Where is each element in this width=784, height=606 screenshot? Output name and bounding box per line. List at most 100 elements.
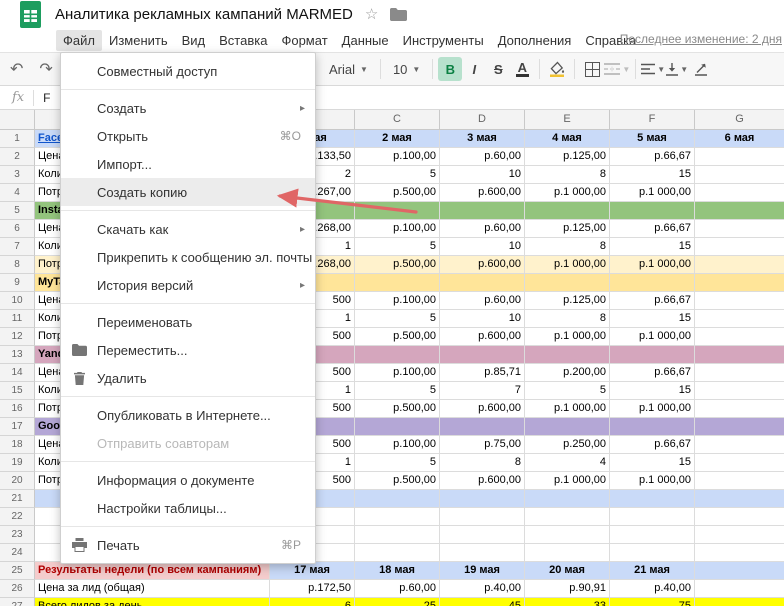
cell-C17[interactable] [355, 418, 440, 436]
cell-E13[interactable] [525, 346, 610, 364]
cell-C8[interactable]: р.500,00 [355, 256, 440, 274]
cell-F9[interactable] [610, 274, 695, 292]
row-header-7[interactable]: 7 [0, 238, 35, 256]
cell-F7[interactable]: 15 [610, 238, 695, 256]
cell-F15[interactable]: 15 [610, 382, 695, 400]
file-menu-item-sheet-settings[interactable]: Настройки таблицы... [61, 494, 315, 522]
cell-E10[interactable]: р.125,00 [525, 292, 610, 310]
cell-G2[interactable] [695, 148, 784, 166]
cell-E23[interactable] [525, 526, 610, 544]
cell-G11[interactable] [695, 310, 784, 328]
cell-D9[interactable] [440, 274, 525, 292]
cell-C19[interactable]: 5 [355, 454, 440, 472]
cell-G4[interactable] [695, 184, 784, 202]
menubar-item-вставка[interactable]: Вставка [212, 30, 274, 51]
cell-E15[interactable]: 5 [525, 382, 610, 400]
cell-D1[interactable]: 3 мая [440, 130, 525, 148]
cell-G13[interactable] [695, 346, 784, 364]
cell-F27[interactable]: 75 [610, 598, 695, 606]
row-header-11[interactable]: 11 [0, 310, 35, 328]
row-header-23[interactable]: 23 [0, 526, 35, 544]
cell-C1[interactable]: 2 мая [355, 130, 440, 148]
column-header-C[interactable]: C [355, 110, 440, 130]
cell-F17[interactable] [610, 418, 695, 436]
cell-F21[interactable] [610, 490, 695, 508]
cell-G12[interactable] [695, 328, 784, 346]
row-header-6[interactable]: 6 [0, 220, 35, 238]
cell-D20[interactable]: р.600,00 [440, 472, 525, 490]
cell-D2[interactable]: р.60,00 [440, 148, 525, 166]
cell-F23[interactable] [610, 526, 695, 544]
cell-A27[interactable]: Всего лидов за день [35, 598, 270, 606]
cell-D17[interactable] [440, 418, 525, 436]
column-header-D[interactable]: D [440, 110, 525, 130]
file-menu-item-share[interactable]: Совместный доступ [61, 57, 315, 85]
row-header-8[interactable]: 8 [0, 256, 35, 274]
file-menu-item-delete[interactable]: Удалить [61, 364, 315, 392]
cell-C25[interactable]: 18 мая [355, 562, 440, 580]
cell-D18[interactable]: р.75,00 [440, 436, 525, 454]
row-header-27[interactable]: 27 [0, 598, 35, 606]
file-menu-item-download-as[interactable]: Скачать как ▸ [61, 215, 315, 243]
cell-C3[interactable]: 5 [355, 166, 440, 184]
cell-E16[interactable]: р.1 000,00 [525, 400, 610, 418]
cell-F13[interactable] [610, 346, 695, 364]
menubar-item-формат[interactable]: Формат [274, 30, 334, 51]
cell-F16[interactable]: р.1 000,00 [610, 400, 695, 418]
column-header-F[interactable]: F [610, 110, 695, 130]
undo-icon[interactable]: ↶ [10, 59, 23, 79]
cell-A26[interactable]: Цена за лид (общая) [35, 580, 270, 598]
cell-E18[interactable]: р.250,00 [525, 436, 610, 454]
file-menu-item-print[interactable]: Печать ⌘P [61, 531, 315, 559]
file-menu-item-make-copy[interactable]: Создать копию [61, 178, 315, 206]
cell-C9[interactable] [355, 274, 440, 292]
select-all-corner[interactable] [0, 110, 35, 130]
cell-C26[interactable]: р.60,00 [355, 580, 440, 598]
cell-E20[interactable]: р.1 000,00 [525, 472, 610, 490]
file-menu-item-publish[interactable]: Опубликовать в Интернете... [61, 401, 315, 429]
redo-icon[interactable]: ↷ [39, 59, 52, 79]
cell-E8[interactable]: р.1 000,00 [525, 256, 610, 274]
cell-G16[interactable] [695, 400, 784, 418]
row-header-1[interactable]: 1 [0, 130, 35, 148]
cell-C23[interactable] [355, 526, 440, 544]
row-header-16[interactable]: 16 [0, 400, 35, 418]
cell-D21[interactable] [440, 490, 525, 508]
cell-G3[interactable] [695, 166, 784, 184]
cell-D11[interactable]: 10 [440, 310, 525, 328]
cell-G25[interactable] [695, 562, 784, 580]
file-menu-item-doc-info[interactable]: Информация о документе [61, 466, 315, 494]
cell-E7[interactable]: 8 [525, 238, 610, 256]
cell-C21[interactable] [355, 490, 440, 508]
cell-F12[interactable]: р.1 000,00 [610, 328, 695, 346]
file-menu-item-new[interactable]: Создать ▸ [61, 94, 315, 122]
cell-G19[interactable] [695, 454, 784, 472]
bold-button[interactable]: B [438, 57, 463, 81]
row-header-25[interactable]: 25 [0, 562, 35, 580]
cell-E1[interactable]: 4 мая [525, 130, 610, 148]
cell-E2[interactable]: р.125,00 [525, 148, 610, 166]
cell-A25[interactable]: Результаты недели (по всем кампаниям) [35, 562, 270, 580]
cell-G5[interactable] [695, 202, 784, 220]
cell-C27[interactable]: 25 [355, 598, 440, 606]
row-header-17[interactable]: 17 [0, 418, 35, 436]
cell-E22[interactable] [525, 508, 610, 526]
cell-E12[interactable]: р.1 000,00 [525, 328, 610, 346]
cell-G27[interactable] [695, 598, 784, 606]
cell-C6[interactable]: р.100,00 [355, 220, 440, 238]
cell-G18[interactable] [695, 436, 784, 454]
menubar-item-вид[interactable]: Вид [175, 30, 213, 51]
text-color-button[interactable]: A [510, 57, 534, 81]
row-header-3[interactable]: 3 [0, 166, 35, 184]
row-header-9[interactable]: 9 [0, 274, 35, 292]
cell-F24[interactable] [610, 544, 695, 562]
cell-F3[interactable]: 15 [610, 166, 695, 184]
file-menu-item-version-history[interactable]: История версий ▸ [61, 271, 315, 299]
cell-F19[interactable]: 15 [610, 454, 695, 472]
cell-D19[interactable]: 8 [440, 454, 525, 472]
cell-C12[interactable]: р.500,00 [355, 328, 440, 346]
cell-B26[interactable]: р.172,50 [270, 580, 355, 598]
cell-F25[interactable]: 21 мая [610, 562, 695, 580]
italic-button[interactable]: I [462, 57, 486, 81]
font-size-select[interactable]: 10 ▼ [386, 62, 427, 77]
